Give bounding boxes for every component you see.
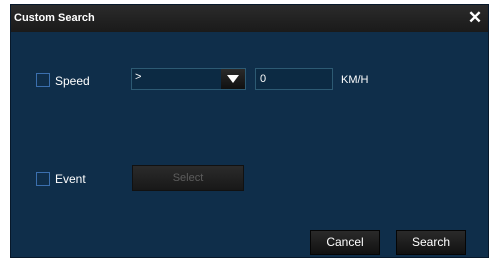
speed-unit-label: KM/H	[341, 74, 369, 86]
search-button[interactable]: Search	[396, 230, 466, 255]
event-label: Event	[55, 172, 86, 186]
speed-label: Speed	[55, 74, 90, 88]
event-select-button[interactable]: Select	[132, 165, 244, 191]
dialog-titlebar: Custom Search ✕	[11, 5, 488, 32]
event-checkbox[interactable]	[36, 172, 50, 186]
speed-value-input[interactable]	[255, 68, 333, 90]
close-icon[interactable]: ✕	[467, 8, 483, 28]
speed-operator-select[interactable]: >	[131, 68, 246, 90]
dialog-title: Custom Search	[14, 12, 95, 24]
custom-search-dialog: Custom Search ✕ Speed > KM/H Event Selec…	[10, 4, 489, 258]
speed-operator-value: >	[135, 71, 142, 83]
speed-checkbox[interactable]	[36, 73, 50, 87]
chevron-down-icon[interactable]	[221, 69, 245, 89]
cancel-button[interactable]: Cancel	[310, 230, 380, 255]
